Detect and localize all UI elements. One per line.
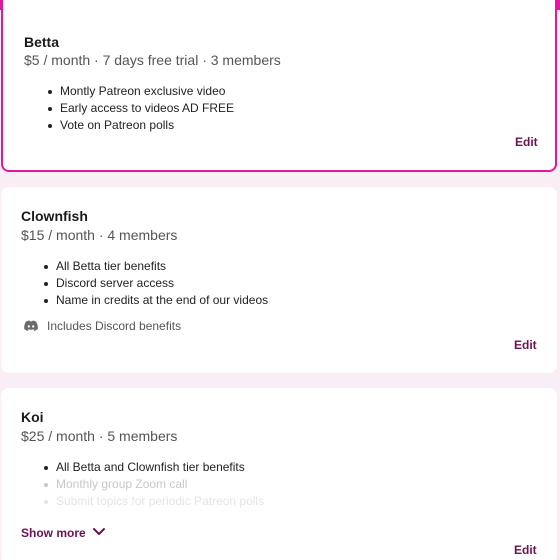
tier-price-meta: $25 / month · 5 members bbox=[21, 428, 178, 444]
benefit-item: Monthly group Zoom call bbox=[44, 476, 264, 493]
benefit-list: Montly Patreon exclusive video Early acc… bbox=[48, 83, 234, 134]
benefit-item: All Betta tier benefits bbox=[44, 258, 268, 275]
benefit-item: Montly Patreon exclusive video bbox=[48, 83, 234, 100]
tier-name: Koi bbox=[21, 409, 44, 425]
edit-tier-button[interactable]: Edit bbox=[514, 338, 537, 352]
benefit-item: Name in credits at the end of our videos bbox=[44, 292, 268, 309]
benefit-list: All Betta and Clownfish tier benefits Mo… bbox=[44, 459, 264, 510]
benefit-list: All Betta tier benefits Discord server a… bbox=[44, 258, 268, 309]
benefit-item: All Betta and Clownfish tier benefits bbox=[44, 459, 264, 476]
tier-card-koi: Koi $25 / month · 5 members All Betta an… bbox=[1, 388, 557, 560]
benefit-item: Discord server access bbox=[44, 275, 268, 292]
show-more-button[interactable]: Show more bbox=[21, 526, 106, 540]
tier-card-clownfish: Clownfish $15 / month · 4 members All Be… bbox=[1, 187, 557, 373]
chevron-down-icon bbox=[92, 526, 106, 540]
discord-benefits-label: Includes Discord benefits bbox=[47, 319, 182, 333]
tier-card-betta: Betta $5 / month · 7 days free trial · 3… bbox=[1, 0, 557, 172]
discord-benefits-row: Includes Discord benefits bbox=[23, 319, 181, 333]
benefit-item: Submit topics for periodic Patreon polls bbox=[44, 493, 264, 510]
benefit-item: Early access to videos AD FREE bbox=[48, 100, 234, 117]
discord-icon bbox=[23, 320, 39, 332]
benefit-item: Vote on Patreon polls bbox=[48, 117, 234, 134]
edit-tier-button[interactable]: Edit bbox=[514, 543, 537, 557]
tier-price-meta: $5 / month · 7 days free trial · 3 membe… bbox=[24, 52, 281, 68]
tier-name: Betta bbox=[24, 34, 60, 50]
tier-price-meta: $15 / month · 4 members bbox=[21, 227, 178, 243]
edit-tier-button[interactable]: Edit bbox=[515, 135, 538, 149]
show-more-label: Show more bbox=[21, 526, 86, 540]
tier-name: Clownfish bbox=[21, 208, 88, 224]
